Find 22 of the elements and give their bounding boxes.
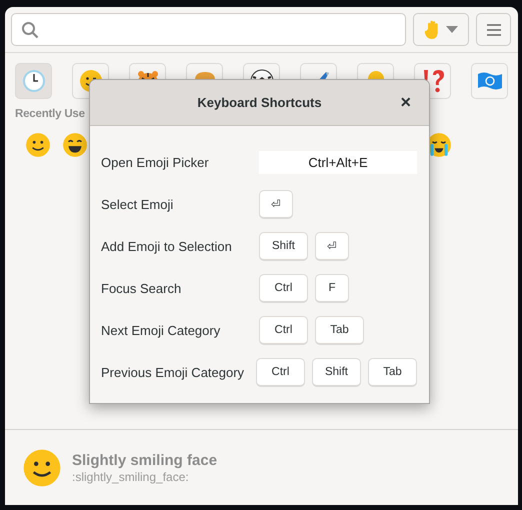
key-cap: Tab	[368, 358, 417, 387]
shortcut-field[interactable]: Ctrl+Alt+E	[259, 151, 417, 174]
shortcut-label: Open Emoji Picker	[101, 155, 210, 170]
emoji-name: Slightly smiling face	[72, 452, 218, 468]
key-cap: ⏎	[315, 232, 349, 261]
shortcut-label: Next Emoji Category	[101, 323, 222, 338]
dialog-title: Keyboard Shortcuts	[197, 95, 322, 110]
emoji-shortcode: :slightly_smiling_face:	[72, 470, 190, 484]
key-cap: Shift	[259, 232, 308, 261]
key-cap: ⏎	[259, 190, 293, 219]
shortcut-label: Add Emoji to Selection	[101, 239, 233, 254]
shortcut-label: Previous Emoji Category	[101, 365, 246, 380]
key-cap: F	[315, 274, 349, 303]
section-title: Recently Use	[14, 107, 85, 120]
key-cap: Ctrl	[256, 358, 305, 387]
shortcut-label: Select Emoji	[101, 197, 174, 212]
key-cap: Tab	[315, 316, 364, 345]
key-cap: Ctrl	[259, 274, 308, 303]
key-cap: Shift	[312, 358, 361, 387]
shortcut-label: Focus Search	[101, 281, 182, 296]
close-button[interactable]: ×	[396, 92, 415, 112]
key-cap: Ctrl	[259, 316, 308, 345]
